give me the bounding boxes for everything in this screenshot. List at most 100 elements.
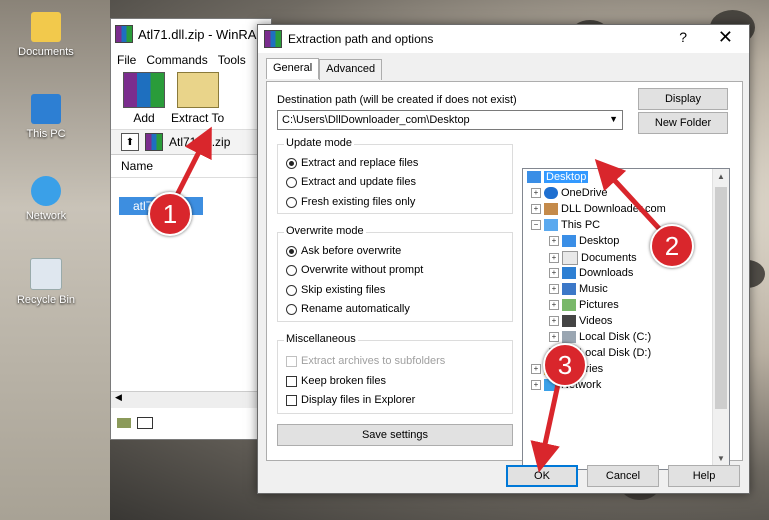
tree-item-pictures[interactable]: + Pictures [549, 299, 619, 311]
menu-commands[interactable]: Commands [146, 53, 207, 67]
expand-icon[interactable]: + [531, 364, 541, 374]
misc-option-subfolders: Extract archives to subfolders [286, 355, 445, 367]
update-option-update[interactable]: Extract and update files [286, 176, 416, 188]
tree-vertical-scrollbar[interactable]: ▲ ▼ [712, 169, 729, 467]
expand-icon[interactable]: + [549, 236, 559, 246]
desktop-icon-this-pc[interactable]: This PC [8, 94, 84, 140]
up-folder-icon[interactable]: ⬆ [121, 133, 139, 151]
tree-item-desktop[interactable]: + Desktop [549, 235, 619, 247]
radio-icon [286, 303, 297, 315]
update-option-replace[interactable]: Extract and replace files [286, 157, 418, 169]
folder-extract-icon [176, 72, 219, 108]
tab-advanced[interactable]: Advanced [319, 59, 383, 80]
update-mode-group: Update mode Extract and replace files Ex… [277, 137, 513, 214]
pictures-icon [562, 299, 576, 311]
video-icon [562, 315, 576, 327]
overwrite-option-skip[interactable]: Skip existing files [286, 284, 385, 296]
misc-option-label: Extract archives to subfolders [301, 355, 446, 367]
tree-item-desktop-root[interactable]: Desktop [527, 171, 589, 183]
desktop-icon-label: This PC [26, 128, 66, 140]
tree-item-local-disk-c[interactable]: + Local Disk (C:) [549, 331, 651, 343]
desktop-icon-documents[interactable]: Documents [8, 12, 84, 58]
expand-icon[interactable]: + [549, 332, 559, 342]
tree-item-label: Local Disk (D:) [579, 347, 652, 359]
update-option-label: Extract and update files [301, 176, 416, 188]
close-icon[interactable]: ✕ [718, 27, 733, 48]
overwrite-option-without-prompt[interactable]: Overwrite without prompt [286, 264, 423, 276]
extract-to-button[interactable]: Extract To [171, 72, 224, 129]
add-button[interactable]: Add [123, 72, 165, 129]
expand-icon[interactable]: + [549, 316, 559, 326]
scroll-up-icon[interactable]: ▲ [717, 172, 725, 181]
desktop-icon-network[interactable]: Network [8, 176, 84, 222]
cancel-button[interactable]: Cancel [587, 465, 659, 487]
expand-icon[interactable]: + [549, 284, 559, 294]
archive-add-icon [123, 72, 165, 108]
miscellaneous-title: Miscellaneous [284, 333, 358, 345]
overwrite-option-rename[interactable]: Rename automatically [286, 303, 410, 315]
winrar-titlebar: Atl71.dll.zip - WinRAR [111, 19, 271, 49]
expand-icon[interactable]: + [549, 300, 559, 310]
folder-tree[interactable]: Desktop + OneDrive + DLL Downloader.com … [522, 168, 730, 470]
menu-tools[interactable]: Tools [218, 53, 246, 67]
destination-path-input[interactable]: C:\Users\DllDownloader_com\Desktop ▼ [277, 110, 623, 130]
tree-item-user[interactable]: + DLL Downloader.com [531, 203, 666, 215]
general-pane: Destination path (will be created if doe… [266, 81, 743, 470]
update-mode-title: Update mode [284, 137, 355, 149]
expand-icon[interactable]: + [531, 204, 541, 214]
computer-icon [544, 219, 558, 231]
chevron-down-icon[interactable]: ▼ [609, 114, 618, 124]
tree-item-label: Desktop [544, 171, 589, 183]
overwrite-mode-group: Overwrite mode Ask before overwrite Over… [277, 225, 513, 322]
scroll-down-icon[interactable]: ▼ [717, 454, 725, 463]
horizontal-scrollbar[interactable]: ◀ [111, 391, 265, 408]
save-settings-button[interactable]: Save settings [277, 424, 513, 446]
dialog-titlebar: Extraction path and options ? ✕ [258, 25, 749, 53]
tree-item-onedrive[interactable]: + OneDrive [531, 187, 607, 199]
column-header-name[interactable]: Name [111, 155, 271, 178]
menu-file[interactable]: File [117, 53, 136, 67]
new-folder-button[interactable]: New Folder [638, 112, 728, 134]
update-option-fresh[interactable]: Fresh existing files only [286, 196, 415, 208]
step-marker-3: 3 [543, 343, 587, 387]
tree-item-videos[interactable]: + Videos [549, 315, 612, 327]
desktop-icon-recycle-bin[interactable]: Recycle Bin [8, 258, 84, 306]
radio-icon [286, 284, 297, 296]
step-marker-2: 2 [650, 224, 694, 268]
tree-item-label: Music [579, 283, 608, 295]
desktop-icon [562, 235, 576, 247]
winrar-title: Atl71.dll.zip - WinRAR [138, 26, 266, 42]
column-name-label: Name [121, 159, 154, 173]
expand-icon[interactable]: + [549, 268, 559, 278]
desktop-icon-label: Recycle Bin [16, 294, 76, 306]
expand-icon[interactable]: + [531, 188, 541, 198]
tree-item-label: DLL Downloader.com [561, 203, 666, 215]
help-button[interactable]: Help [668, 465, 740, 487]
tree-item-this-pc[interactable]: − This PC [531, 219, 600, 231]
display-button[interactable]: Display [638, 88, 728, 110]
tree-item-downloads[interactable]: + Downloads [549, 267, 633, 279]
folder-icon [31, 12, 61, 42]
checkbox-icon [286, 394, 297, 406]
help-icon[interactable]: ? [679, 29, 687, 45]
tree-item-documents[interactable]: + Documents [549, 251, 637, 265]
dialog-app-icon [264, 30, 282, 48]
update-option-label: Extract and replace files [301, 157, 419, 169]
tab-general[interactable]: General [266, 58, 320, 79]
tree-item-label: Pictures [579, 299, 619, 311]
radio-icon [286, 196, 297, 208]
expand-icon[interactable]: + [531, 380, 541, 390]
overwrite-option-ask[interactable]: Ask before overwrite [286, 245, 401, 257]
misc-option-label: Display files in Explorer [301, 394, 416, 406]
winrar-icon [115, 25, 133, 43]
misc-option-display-explorer[interactable]: Display files in Explorer [286, 394, 415, 406]
add-label: Add [133, 111, 155, 125]
desktop-icon [527, 171, 541, 183]
tree-item-music[interactable]: + Music [549, 283, 608, 295]
desktop-icon-label: Network [25, 210, 67, 222]
ok-button[interactable]: OK [506, 465, 578, 487]
collapse-icon[interactable]: − [531, 220, 541, 230]
misc-option-keep-broken[interactable]: Keep broken files [286, 375, 386, 387]
scrollbar-thumb[interactable] [715, 187, 727, 409]
expand-icon[interactable]: + [549, 253, 559, 263]
